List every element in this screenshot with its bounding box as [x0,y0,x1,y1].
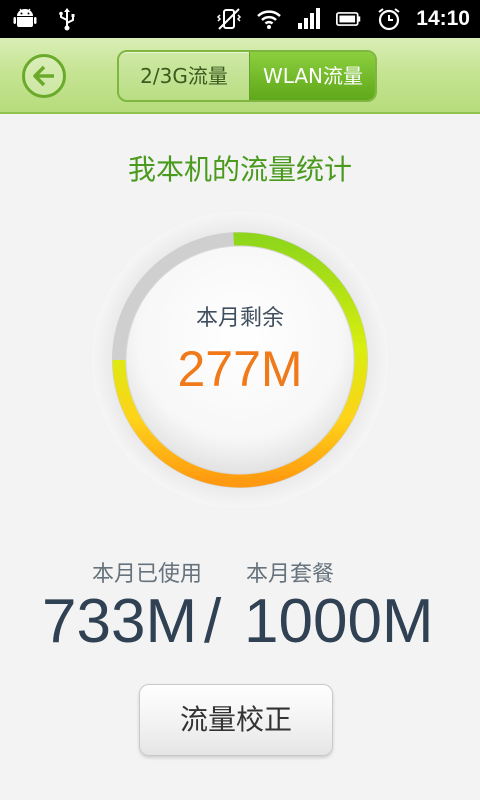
used-value: 733M [42,587,198,656]
package-value: 1000M [244,587,434,656]
tab-wlan[interactable]: WLAN流量 [249,52,375,100]
back-button[interactable] [22,54,66,98]
status-time: 14:10 [416,7,470,30]
back-arrow-icon [33,65,54,87]
value-separator: / [204,587,222,656]
signal-icon [298,8,321,29]
vibrate-off-icon [217,8,242,30]
traffic-type-tabs: 2/3G流量 WLAN流量 [117,50,377,102]
status-bar: 14:10 [0,0,480,38]
calibrate-button[interactable]: 流量校正 [139,684,333,756]
package-label: 本月套餐 [246,562,335,587]
page-title: 我本机的流量统计 [127,153,352,186]
used-label: 本月已使用 [92,562,203,587]
app-header: 2/3G流量 WLAN流量 [0,38,480,114]
usb-icon [59,8,75,31]
wifi-icon [257,10,282,29]
android-icon [13,8,37,27]
remaining-label: 本月剩余 [195,306,284,331]
battery-icon [336,12,361,26]
status-right: 14:10 [216,6,470,32]
alarm-icon [378,8,400,31]
status-left [12,6,80,32]
remaining-value: 277M [177,341,303,397]
tab-2g3g[interactable]: 2/3G流量 [119,52,249,100]
